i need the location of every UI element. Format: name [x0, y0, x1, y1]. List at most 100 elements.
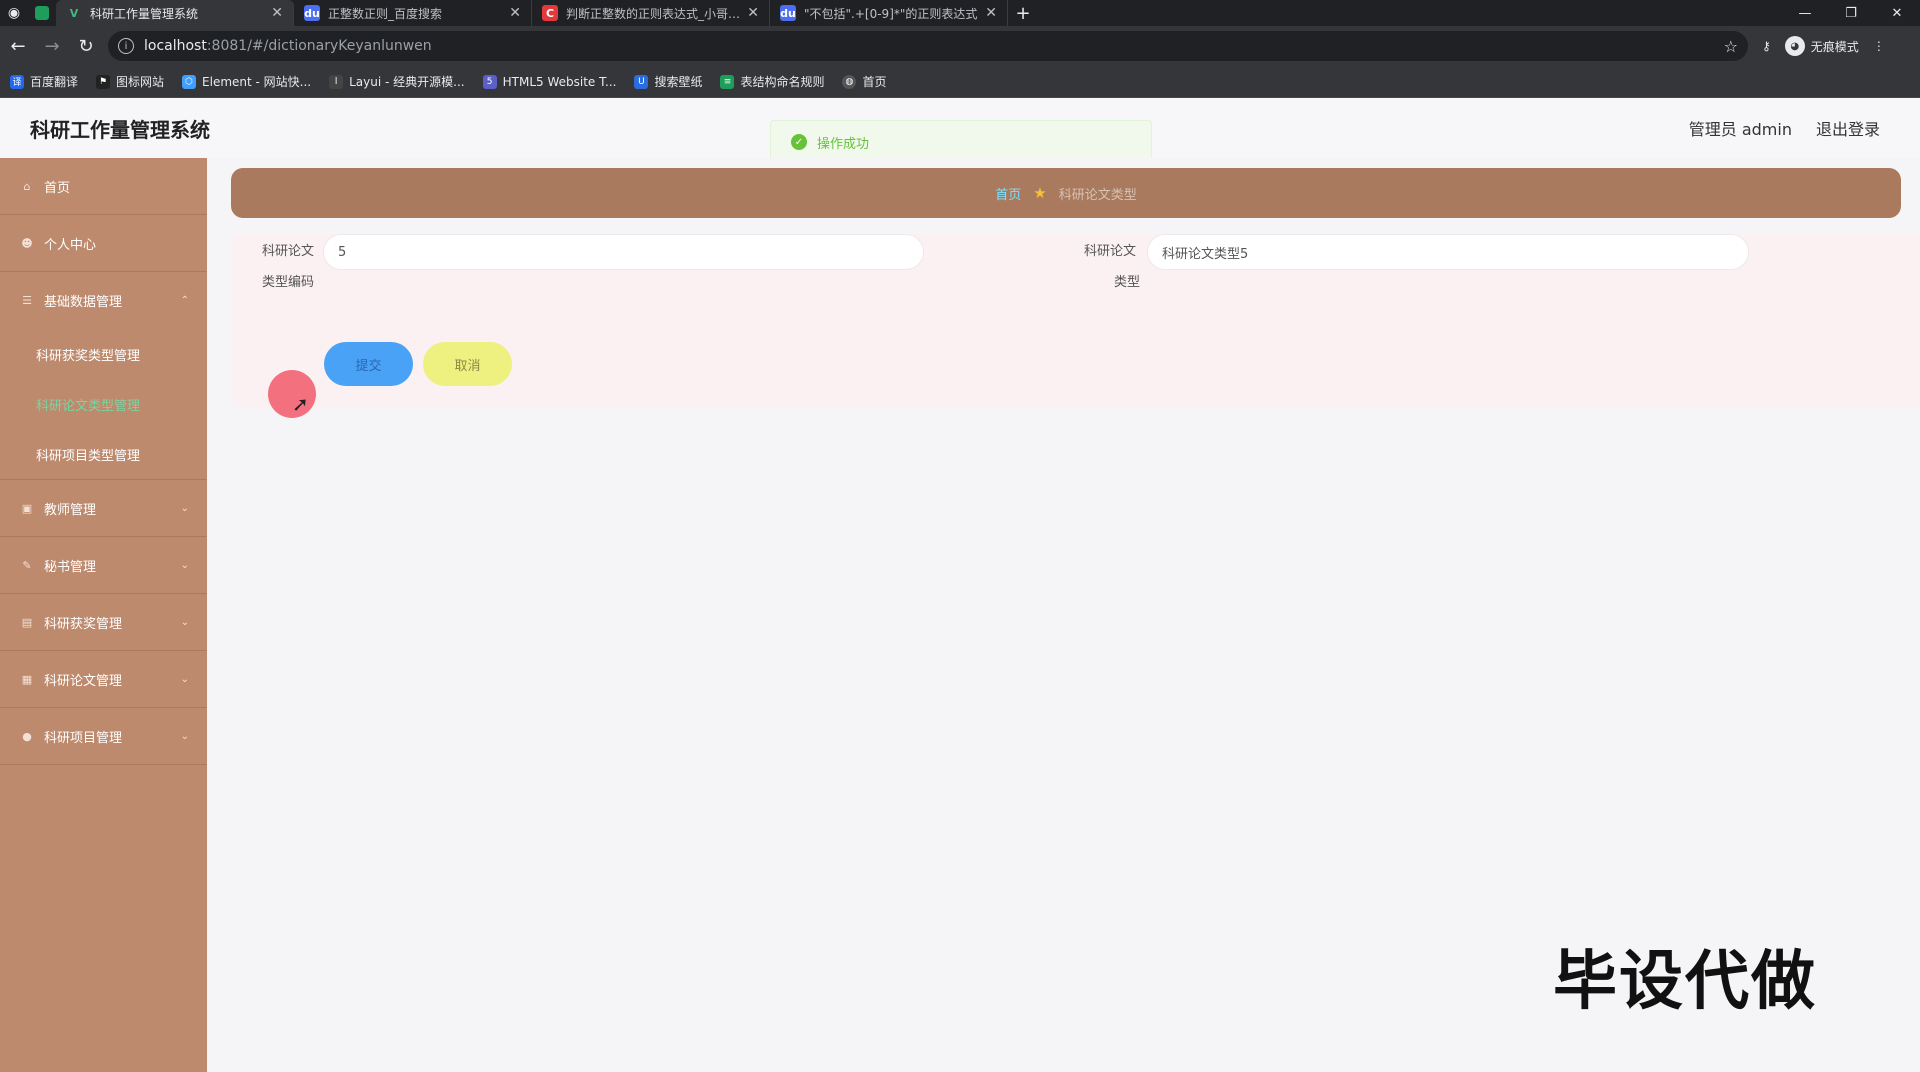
tab-title: 判断正整数的正则表达式_小哥…	[566, 6, 740, 21]
tab-active[interactable]: V 科研工作量管理系统 ✕	[56, 0, 294, 26]
sidebar-subitem-award-type[interactable]: 科研获奖类型管理	[0, 329, 207, 379]
window-controls: — ❐ ✕	[1782, 0, 1920, 26]
incognito-icon: ◕	[1784, 36, 1805, 56]
close-icon[interactable]: ✕	[985, 5, 997, 21]
secretary-icon: ✎	[22, 558, 32, 572]
sidebar-item-teacher[interactable]: ▣ 教师管理 ⌄	[0, 480, 207, 537]
incognito-label: 无痕模式	[1810, 39, 1859, 54]
key-icon[interactable]: ⚷	[1762, 39, 1771, 53]
restore-icon[interactable]: ❐	[1828, 0, 1874, 26]
sidebar-item-project[interactable]: ● 科研项目管理 ⌄	[0, 708, 207, 765]
logout-link[interactable]: 退出登录	[1816, 116, 1880, 140]
bookmark-star-icon[interactable]: ☆	[1724, 37, 1738, 56]
edit-form: 科研论文 类型编码 5 科研论文 类型 科研论文类型5 提交 取消	[231, 234, 1920, 408]
sidebar-subitem-paper-type[interactable]: 科研论文类型管理	[0, 379, 207, 429]
cancel-button[interactable]: 取消	[423, 342, 512, 386]
reload-icon[interactable]: ↻	[70, 30, 102, 62]
csdn-icon: C	[542, 5, 558, 21]
sidebar-item-award[interactable]: ▤ 科研获奖管理 ⌄	[0, 594, 207, 651]
bookmark-item[interactable]: ≡ 表结构命名规则	[720, 73, 824, 90]
teacher-icon: ▣	[21, 501, 33, 515]
bookmark-label: 表结构命名规则	[740, 75, 825, 89]
more-menu-icon[interactable]: ⋮	[1873, 39, 1885, 53]
close-icon[interactable]: ✕	[747, 5, 759, 21]
sheet-icon: ≡	[720, 74, 735, 89]
translate-icon: 译	[10, 74, 24, 89]
bookmark-item[interactable]: ⬡ Element - 网站快...	[182, 73, 311, 90]
award-icon: ▤	[21, 615, 33, 629]
chevron-down-icon: ⌄	[180, 559, 189, 571]
breadcrumb-home[interactable]: 首页	[995, 184, 1021, 203]
bookmark-label: Layui - 经典开源模...	[349, 75, 465, 89]
browser-toolbar: ← → ↻ i localhost:8081/#/dictionaryKeyan…	[0, 26, 1920, 66]
sidebar-item-label: 秘书管理	[44, 559, 97, 575]
sidebar-item-label: 科研获奖管理	[44, 616, 123, 632]
close-icon[interactable]: ✕	[271, 5, 283, 21]
sidebar-item-home[interactable]: ⌂ 首页	[0, 158, 207, 215]
chevron-down-icon: ⌄	[180, 673, 189, 685]
address-bar[interactable]: i localhost:8081/#/dictionaryKeyanlunwen…	[108, 31, 1748, 61]
project-icon: ●	[22, 729, 32, 743]
bookmark-item[interactable]: 译百度翻译	[10, 73, 78, 90]
breadcrumb: 首页 ★ 科研论文类型	[231, 168, 1901, 218]
bookmark-label: 图标网站	[116, 75, 165, 89]
html5-icon: 5	[482, 74, 497, 89]
type-field-label-line2: 类型	[1114, 275, 1141, 290]
layui-icon: l	[329, 74, 344, 89]
chevron-up-icon: ⌃	[180, 295, 189, 306]
tab-title: 科研工作量管理系统	[90, 6, 199, 21]
info-icon[interactable]: i	[118, 38, 134, 54]
sidebar-item-paper[interactable]: ▦ 科研论文管理 ⌄	[0, 651, 207, 708]
sidebar-item-label: 科研项目管理	[44, 730, 123, 746]
bookmarks-bar: 译百度翻译 ⚑ 图标网站 ⬡ Element - 网站快... l Layui - 经…	[0, 66, 1920, 98]
bookmark-item[interactable]: ⚑ 图标网站	[96, 73, 164, 90]
bookmark-label: 百度翻译	[30, 75, 79, 89]
code-field-label-line2: 类型编码	[262, 275, 315, 290]
baidu-icon: du	[780, 5, 796, 21]
sidebar-subitem-project-type[interactable]: 科研项目类型管理	[0, 429, 207, 479]
wallpaper-icon: U	[634, 74, 649, 89]
close-icon[interactable]: ✕	[509, 5, 521, 21]
close-window-icon[interactable]: ✕	[1874, 0, 1920, 26]
bookmark-item[interactable]: 5 HTML5 Website T...	[482, 74, 616, 89]
tab-title: 正整数正则_百度搜索	[328, 6, 443, 21]
sidebar-item-basic-data[interactable]: ☰ 基础数据管理 ⌃	[0, 272, 207, 329]
minimize-icon[interactable]: —	[1782, 0, 1828, 26]
paper-icon: ▦	[21, 672, 33, 686]
submenu-basic-data: 科研获奖类型管理 科研论文类型管理 科研项目类型管理	[0, 329, 207, 480]
submit-button[interactable]: 提交	[324, 342, 413, 386]
toast-message: 操作成功	[817, 136, 870, 152]
back-icon[interactable]: ←	[2, 30, 34, 62]
tab[interactable]: du "不包括".+[0-9]*"的正则表达式… ✕	[770, 0, 1008, 26]
sidebar-item-label: 科研论文管理	[44, 673, 123, 689]
element-icon: ⬡	[182, 74, 197, 89]
browser-menu-icon[interactable]: ◉	[0, 0, 28, 26]
mouse-cursor-icon: ➚	[292, 392, 309, 416]
bookmark-item[interactable]: U 搜索壁纸	[634, 73, 702, 90]
bookmark-item[interactable]: l Layui - 经典开源模...	[329, 73, 465, 90]
check-circle-icon: ✓	[791, 134, 807, 150]
forward-icon[interactable]: →	[36, 30, 68, 62]
type-name-input[interactable]: 科研论文类型5	[1147, 234, 1749, 270]
user-label: 管理员 admin	[1688, 120, 1792, 139]
sidebar-item-secretary[interactable]: ✎ 秘书管理 ⌄	[0, 537, 207, 594]
url-host: localhost	[144, 38, 207, 54]
watermark: 毕设代做	[1553, 945, 1817, 1019]
sidebar-item-label: 首页	[44, 180, 71, 196]
tab[interactable]: du 正整数正则_百度搜索 ✕	[294, 0, 532, 26]
new-tab-button[interactable]: +	[1008, 0, 1038, 26]
tab[interactable]: C 判断正整数的正则表达式_小哥… ✕	[532, 0, 770, 26]
tab-title: "不包括".+[0-9]*"的正则表达式…	[804, 6, 978, 21]
type-code-input[interactable]: 5	[323, 234, 924, 270]
chevron-down-icon: ⌄	[180, 502, 189, 514]
url-path: :8081/#/dictionaryKeyanlunwen	[206, 38, 432, 54]
browser-tabstrip: ◉ V 科研工作量管理系统 ✕ du 正整数正则_百度搜索 ✕ C 判断正整数的…	[0, 0, 1920, 26]
incognito-indicator[interactable]: ◕ 无痕模式	[1784, 36, 1859, 56]
globe-icon: ◍	[842, 74, 857, 89]
flag-icon: ⚑	[96, 74, 111, 89]
bookmark-item[interactable]: ◍ 首页	[842, 73, 887, 90]
tab-group-icon[interactable]	[28, 0, 56, 26]
sidebar-item-personal[interactable]: ☻ 个人中心	[0, 215, 207, 272]
breadcrumb-current: 科研论文类型	[1058, 187, 1137, 203]
sidebar: ⌂ 首页 ☻ 个人中心 ☰ 基础数据管理 ⌃ 科研获奖类型管理 科研论文类型管理…	[0, 158, 207, 1072]
